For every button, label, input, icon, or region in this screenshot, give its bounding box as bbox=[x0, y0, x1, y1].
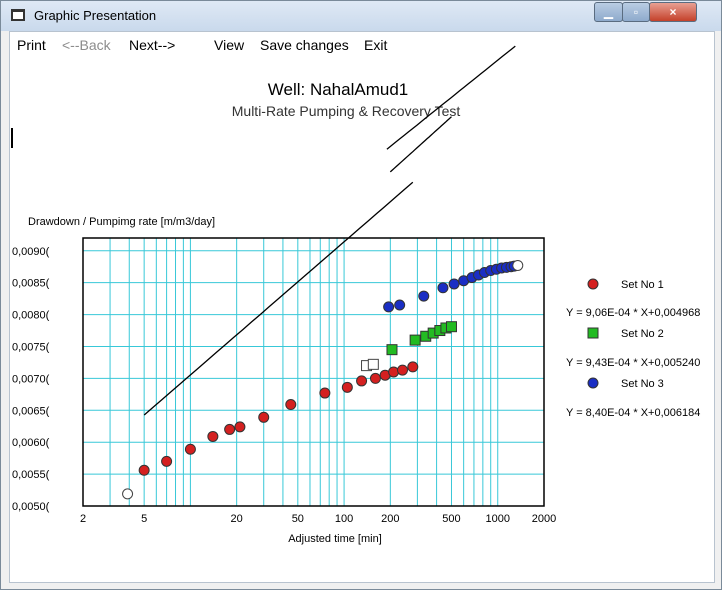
legend-series-name: Set No 1 bbox=[621, 279, 664, 291]
close-button[interactable]: × bbox=[649, 2, 697, 22]
data-point-set-1 bbox=[184, 443, 196, 455]
data-point-set-1 bbox=[258, 411, 270, 423]
data-point-set-1 bbox=[138, 464, 150, 476]
y-axis-label: Drawdown / Pumpimg rate [m/m3/day] bbox=[28, 216, 215, 228]
data-point-set-1 bbox=[285, 399, 297, 411]
x-tick-label: 100 bbox=[335, 513, 353, 525]
app-window-icon bbox=[11, 9, 25, 21]
data-point-set-1 bbox=[407, 361, 419, 373]
legend-marker bbox=[587, 327, 599, 339]
minimize-button[interactable]: ▁ bbox=[594, 2, 623, 22]
chart-subtitle: Multi-Rate Pumping & Recovery Test bbox=[232, 103, 461, 119]
data-point-open bbox=[122, 488, 134, 500]
x-axis-label: Adjusted time [min] bbox=[288, 533, 382, 545]
data-point-set-1 bbox=[388, 366, 400, 378]
legend-fit-equation: Y = 9,43E-04 * X+0,005240 bbox=[566, 357, 700, 369]
data-point-set-3 bbox=[448, 278, 460, 290]
data-point-set-3 bbox=[394, 299, 406, 311]
maximize-icon: ▫ bbox=[633, 5, 639, 19]
x-tick-label: 200 bbox=[381, 513, 399, 525]
graphic-presentation-window: Graphic Presentation ▁ ▫ × Print <--Back… bbox=[0, 0, 722, 590]
maximize-button[interactable]: ▫ bbox=[622, 2, 650, 22]
legend-marker bbox=[587, 278, 599, 290]
y-tick-label: 0,0060( bbox=[12, 437, 50, 449]
y-tick-label: 0,0065( bbox=[12, 405, 50, 417]
legend-series-name: Set No 3 bbox=[621, 378, 664, 390]
close-icon: × bbox=[669, 5, 677, 19]
chart-client-area: Print <--Back Next--> View Save changes … bbox=[9, 31, 715, 583]
data-point-set-2 bbox=[409, 334, 421, 346]
data-point-set-1 bbox=[319, 387, 331, 399]
x-tick-label: 20 bbox=[231, 513, 243, 525]
window-title: Graphic Presentation bbox=[34, 8, 157, 23]
data-point-open bbox=[512, 259, 524, 271]
data-point-set-3 bbox=[437, 282, 449, 294]
data-point-set-1 bbox=[207, 430, 219, 442]
y-tick-label: 0,0080( bbox=[12, 310, 50, 322]
legend-fit-equation: Y = 8,40E-04 * X+0,006184 bbox=[566, 407, 700, 419]
data-point-set-1 bbox=[341, 381, 353, 393]
title-bar[interactable]: Graphic Presentation ▁ ▫ × bbox=[1, 1, 721, 31]
legend-marker bbox=[587, 377, 599, 389]
x-tick-label: 1000 bbox=[485, 513, 509, 525]
x-tick-label: 50 bbox=[292, 513, 304, 525]
drawdown-chart: Well: NahalAmud1 Multi-Rate Pumping & Re… bbox=[12, 45, 700, 545]
data-point-set-1 bbox=[397, 364, 409, 376]
data-point-set-1 bbox=[356, 375, 368, 387]
legend-series-name: Set No 2 bbox=[621, 328, 664, 340]
data-point-set-3 bbox=[418, 290, 430, 302]
y-tick-label: 0,0090( bbox=[12, 246, 50, 258]
y-tick-label: 0,0050( bbox=[12, 501, 50, 513]
y-tick-label: 0,0085( bbox=[12, 278, 50, 290]
legend-fit-equation: Y = 9,06E-04 * X+0,004968 bbox=[566, 307, 700, 319]
x-tick-label: 2 bbox=[80, 513, 86, 525]
data-point-set-1 bbox=[161, 455, 173, 467]
minimize-icon: ▁ bbox=[603, 5, 614, 19]
y-tick-label: 0,0055( bbox=[12, 469, 50, 481]
y-tick-label: 0,0075( bbox=[12, 341, 50, 353]
data-point-set-2 bbox=[386, 344, 398, 356]
data-point-set-3 bbox=[383, 301, 395, 313]
legend: Set No 1 Y = 9,06E-04 * X+0,004968 Set No … bbox=[566, 278, 700, 419]
data-point-set-2 bbox=[445, 321, 457, 333]
x-tick-label: 500 bbox=[442, 513, 460, 525]
x-tick-label: 5 bbox=[141, 513, 147, 525]
x-tick-label: 2000 bbox=[532, 513, 556, 525]
data-point-set-1 bbox=[234, 421, 246, 433]
chart-title: Well: NahalAmud1 bbox=[268, 80, 408, 99]
data-point-set-1 bbox=[224, 423, 236, 435]
fit-line bbox=[389, 116, 452, 173]
data-point-set-1 bbox=[369, 372, 381, 384]
y-tick-label: 0,0070( bbox=[12, 373, 50, 385]
data-point-open bbox=[367, 358, 379, 370]
